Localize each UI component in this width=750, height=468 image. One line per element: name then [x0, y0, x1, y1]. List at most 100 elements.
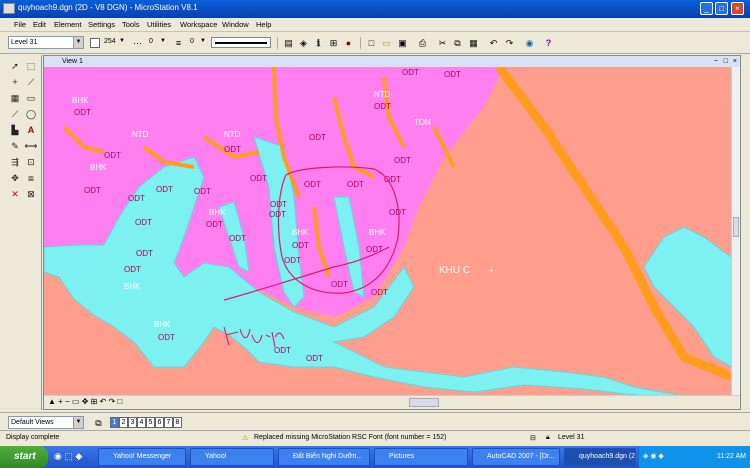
toolbar-separator	[277, 37, 278, 49]
task-browser[interactable]: Đất Biển Nghi Dưỡn...	[278, 448, 370, 466]
vertical-scrollbar[interactable]	[731, 67, 740, 396]
line-preview[interactable]	[211, 37, 271, 48]
menu-tools[interactable]: Tools	[122, 20, 140, 29]
point-icon[interactable]: +	[8, 75, 22, 89]
weight-dropdown-icon[interactable]: ▼	[200, 38, 206, 44]
view-maximize-button[interactable]: □	[724, 56, 728, 67]
tray-icons[interactable]: ◈ ◉ ◆	[643, 446, 664, 468]
views-combo-value: Default Views	[11, 419, 54, 426]
modify-icon[interactable]: ⊡	[24, 155, 38, 169]
fence-icon[interactable]: ⬚	[24, 59, 38, 73]
menu-edit[interactable]: Edit	[33, 20, 46, 29]
globe-icon[interactable]: ◉	[523, 36, 536, 49]
menu-help[interactable]: Help	[256, 20, 271, 29]
zone-label: NTD	[224, 130, 241, 139]
group-icon[interactable]: ⧈	[24, 171, 38, 185]
copy-tool-icon[interactable]: ⇶	[8, 155, 22, 169]
view-button-2[interactable]: 2	[119, 417, 128, 428]
view-button-3[interactable]: 3	[128, 417, 137, 428]
task-yahoo[interactable]: Yahoo!	[190, 448, 274, 466]
task-yahoo-messenger[interactable]: Yahoo! Messenger	[98, 448, 186, 466]
color-swatch-icon[interactable]	[90, 38, 100, 48]
fit-view-icon[interactable]: ▤	[282, 36, 295, 49]
vertical-scroll-thumb[interactable]	[733, 217, 739, 237]
lock-icon[interactable]: 🔒︎	[546, 434, 550, 442]
help-icon[interactable]: ?	[542, 36, 555, 49]
paste-icon[interactable]: ▦	[467, 36, 480, 49]
locks-icon[interactable]: ⊟	[530, 434, 536, 442]
view-button-1[interactable]: 1	[110, 417, 119, 428]
delete-icon[interactable]: ✕	[8, 187, 22, 201]
select-arrow-icon[interactable]: ➚	[8, 59, 22, 73]
zone-label: ODT	[306, 354, 323, 363]
shape-icon[interactable]: ▙	[8, 123, 22, 137]
cell-icon[interactable]: ✎	[8, 139, 22, 153]
redo-icon[interactable]: ↷	[503, 36, 516, 49]
menu-element[interactable]: Element	[54, 20, 82, 29]
menu-settings[interactable]: Settings	[88, 20, 115, 29]
circle-icon[interactable]: ◯	[24, 107, 38, 121]
line-weight-icon[interactable]: ≡	[172, 36, 185, 49]
levels-icon[interactable]: ◈	[297, 36, 310, 49]
info-icon[interactable]: ℹ	[312, 36, 325, 49]
new-file-icon[interactable]: □	[365, 36, 378, 49]
view-groups-icon[interactable]: ⧉	[92, 416, 105, 429]
view-close-button[interactable]: ×	[733, 56, 737, 67]
task-microstation[interactable]: quyhoach9.dgn (2D...	[564, 448, 636, 466]
print-icon[interactable]: ⎙	[416, 36, 429, 49]
chevron-down-icon[interactable]: ▼	[73, 37, 83, 48]
close-button[interactable]: ×	[731, 2, 744, 15]
color-dropdown-icon[interactable]: ▼	[119, 38, 125, 44]
view-button-7[interactable]: 7	[164, 417, 173, 428]
horizontal-scroll-thumb[interactable]	[409, 398, 439, 407]
maximize-button[interactable]: □	[715, 2, 728, 15]
view-control-icons[interactable]: ▲ + − ▭ ✥ ⊞ ↶ ↷ □	[48, 397, 122, 406]
rectangle-icon[interactable]: ▭	[24, 91, 38, 105]
menu-file[interactable]: File	[14, 20, 26, 29]
grid-tool-icon[interactable]: ▦	[8, 91, 22, 105]
cut-icon[interactable]: ✂	[436, 36, 449, 49]
view-button-5[interactable]: 5	[146, 417, 155, 428]
line-style-icon[interactable]: ⋯	[131, 36, 144, 49]
weight-value: 0	[190, 38, 194, 45]
zone-label: ODT	[284, 256, 301, 265]
copy-icon[interactable]: ⧉	[451, 36, 464, 49]
task-autocad[interactable]: AutoCAD 2007 - [Dr...	[472, 448, 560, 466]
undo-icon[interactable]: ↶	[487, 36, 500, 49]
zone-label: ODT	[206, 220, 223, 229]
trim-icon[interactable]: ⊠	[24, 187, 38, 201]
dimension-icon[interactable]: ⟷	[24, 139, 38, 153]
render-icon[interactable]: ●	[342, 36, 355, 49]
microstation-app-icon[interactable]	[3, 3, 15, 14]
line-tool-icon[interactable]: ⟋	[8, 107, 22, 121]
level-combo[interactable]: Level 31 ▼	[8, 36, 84, 49]
menu-workspace[interactable]: Workspace	[180, 20, 217, 29]
view-button-4[interactable]: 4	[137, 417, 146, 428]
open-folder-icon[interactable]: ▭	[380, 36, 393, 49]
measure-icon[interactable]: ⟋	[24, 75, 38, 89]
view-button-8[interactable]: 8	[173, 417, 182, 428]
minimize-button[interactable]: _	[700, 2, 713, 15]
color-value: 254	[104, 38, 116, 45]
view-button-6[interactable]: 6	[155, 417, 164, 428]
save-icon[interactable]: ▣	[396, 36, 409, 49]
views-bar: Default Views ▼ ⧉ 1 2 3 4 5 6 7 8	[0, 412, 750, 430]
drawing-canvas[interactable]: BHK ODT BHK ODT ODT NTD ODT ODT ODT ODT ODT ODT BHK B…	[44, 67, 732, 396]
zone-label: ODT	[347, 180, 364, 189]
views-combo[interactable]: Default Views ▼	[8, 416, 84, 429]
menu-utilities[interactable]: Utilities	[147, 20, 171, 29]
zone-label: BHK	[154, 320, 171, 329]
view-title: View 1	[62, 58, 83, 65]
start-button[interactable]: start	[0, 446, 48, 468]
grid-icon[interactable]: ⊞	[327, 36, 340, 49]
level-value: Level 31	[11, 39, 38, 46]
view-minimize-button[interactable]: −	[714, 56, 718, 67]
text-icon[interactable]: A	[24, 123, 38, 137]
quicklaunch-icons[interactable]: ◉ ⬚ ◆	[54, 451, 82, 462]
menu-window[interactable]: Window	[222, 20, 249, 29]
chevron-down-icon[interactable]: ▼	[73, 417, 83, 428]
manipulate-icon[interactable]: ✥	[8, 171, 22, 185]
task-pictures[interactable]: Pictures	[374, 448, 468, 466]
style-dropdown-icon[interactable]: ▼	[160, 38, 166, 44]
view-controls-bar: ▲ + − ▭ ✥ ⊞ ↶ ↷ □	[44, 395, 740, 409]
